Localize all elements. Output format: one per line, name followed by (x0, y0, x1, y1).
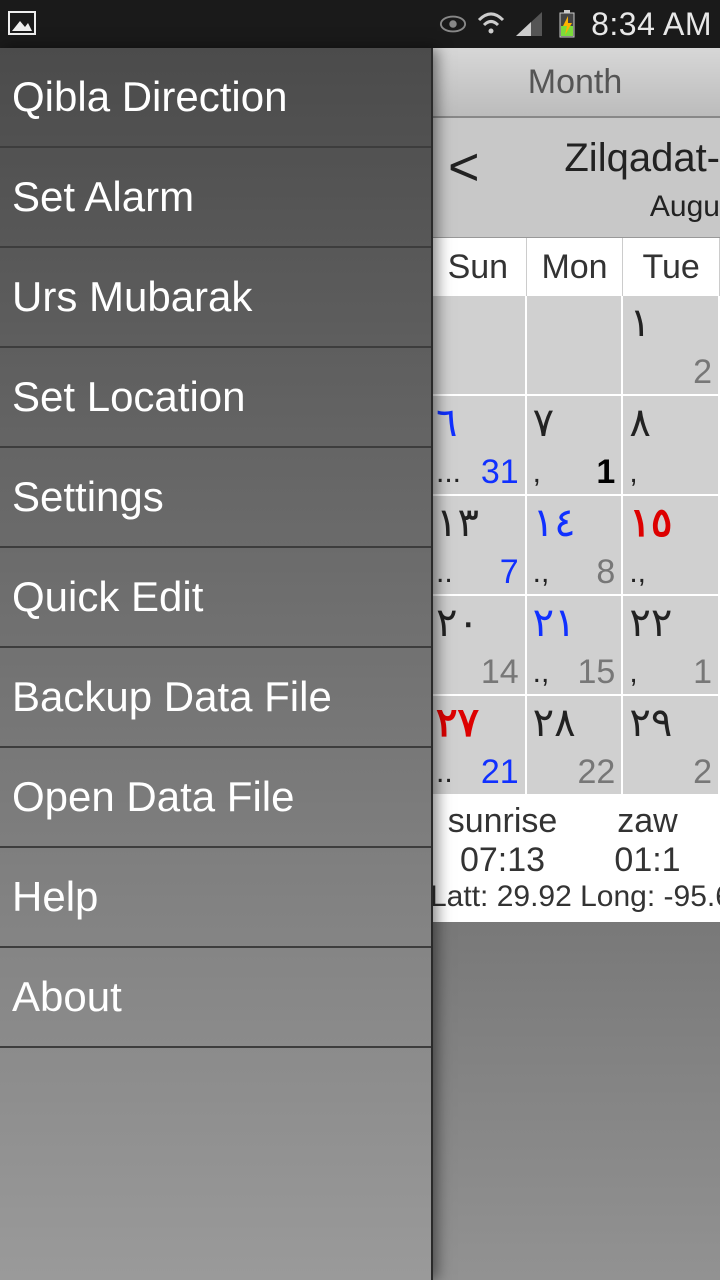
gregorian-date: 2 (693, 353, 712, 392)
hijri-date: ١٣ (436, 500, 479, 546)
drawer-item-settings[interactable]: Settings (0, 448, 431, 548)
drawer-item-help[interactable]: Help (0, 848, 431, 948)
hijri-date: ٢٧ (436, 700, 479, 746)
calendar-cell[interactable]: ١٥., (623, 496, 720, 596)
calendar-grid: ١2٦31...٧1,٨,١٣7..١٤8.,١٥.,٢٠14٢١15.,٢٢1… (430, 296, 720, 796)
calendar-panel: Month < Zilqadat- Augu Sun Mon Tue ١2٦31… (430, 48, 720, 1280)
gregorian-date: 8 (596, 553, 615, 592)
drawer-item-quick-edit[interactable]: Quick Edit (0, 548, 431, 648)
hijri-date: ١ (629, 300, 650, 346)
event-dots: ., (533, 656, 550, 690)
event-dots: , (629, 656, 637, 690)
calendar-cell[interactable] (527, 296, 624, 396)
dow-tue: Tue (623, 238, 720, 296)
calendar-subtitle: Augu (650, 190, 720, 224)
calendar-cell[interactable]: ٢٢ 1, (623, 596, 720, 696)
eye-icon (439, 10, 467, 38)
calendar-cell[interactable]: ٢١15., (527, 596, 624, 696)
dow-sun: Sun (430, 238, 527, 296)
battery-charging-icon (553, 10, 581, 38)
calendar-cell[interactable]: ٢٠14 (430, 596, 527, 696)
drawer-item-urs-mubarak[interactable]: Urs Mubarak (0, 248, 431, 348)
navigation-drawer: Qibla DirectionSet AlarmUrs MubarakSet L… (0, 48, 433, 1280)
dow-mon: Mon (527, 238, 624, 296)
status-bar: 8:34 AM (0, 0, 720, 48)
gregorian-date: 2 (693, 753, 712, 792)
hijri-date: ١٤ (533, 500, 576, 546)
hijri-date: ٦ (436, 400, 457, 446)
hijri-date: ٢٠ (436, 600, 479, 646)
hijri-date: ٢١ (533, 600, 576, 646)
wifi-icon (477, 10, 505, 38)
calendar-title: Zilqadat- (564, 136, 720, 181)
hijri-date: ٧ (533, 400, 554, 446)
event-dots: ., (533, 556, 550, 590)
tab-month[interactable]: Month (430, 48, 720, 118)
event-dots: , (629, 456, 637, 490)
tab-month-label: Month (528, 63, 623, 102)
drawer-item-about[interactable]: About (0, 948, 431, 1048)
calendar-cell[interactable]: ٢٧21.. (430, 696, 527, 796)
event-dots: .. (436, 556, 453, 590)
gregorian-date: 1 (693, 653, 712, 692)
gregorian-date: 22 (578, 753, 616, 792)
drawer-item-open-data-file[interactable]: Open Data File (0, 748, 431, 848)
calendar-cell[interactable]: ٨, (623, 396, 720, 496)
calendar-cell[interactable]: ١٤ 8., (527, 496, 624, 596)
zawal-label: zaw (575, 802, 720, 841)
sunrise-label: sunrise (430, 802, 575, 841)
event-dots: .. (436, 756, 453, 790)
sunrise-time: 07:13 (430, 841, 575, 880)
event-dots: ., (629, 556, 646, 590)
lat-long-text: Latt: 29.92 Long: -95.67 (430, 880, 720, 914)
hijri-date: ٢٨ (533, 700, 576, 746)
calendar-days-of-week: Sun Mon Tue (430, 238, 720, 296)
calendar-header: < Zilqadat- Augu (430, 118, 720, 238)
hijri-date: ٨ (629, 400, 650, 446)
drawer-item-set-alarm[interactable]: Set Alarm (0, 148, 431, 248)
gregorian-date: 14 (481, 653, 519, 692)
calendar-cell[interactable]: ٢٩ 2 (623, 696, 720, 796)
drawer-item-qibla-direction[interactable]: Qibla Direction (0, 48, 431, 148)
gregorian-date: 21 (481, 753, 519, 792)
hijri-date: ٢٩ (629, 700, 672, 746)
hijri-date: ١٥ (629, 500, 672, 546)
drawer-item-backup-data-file[interactable]: Backup Data File (0, 648, 431, 748)
drawer-item-set-location[interactable]: Set Location (0, 348, 431, 448)
gregorian-date: 15 (578, 653, 616, 692)
gregorian-date: 7 (500, 553, 519, 592)
gregorian-date: 1 (596, 453, 615, 492)
event-dots: , (533, 456, 541, 490)
cell-signal-icon (515, 10, 543, 38)
calendar-cell[interactable]: ١2 (623, 296, 720, 396)
calendar-cell[interactable]: ٦ 31... (430, 396, 527, 496)
calendar-cell[interactable]: ٧ 1, (527, 396, 624, 496)
calendar-info: sunrise 07:13 zaw 01:1 Latt: 29.92 Long:… (430, 796, 720, 922)
status-time: 8:34 AM (591, 6, 712, 43)
calendar-cell[interactable]: ٢٨22 (527, 696, 624, 796)
hijri-date: ٢٢ (629, 600, 672, 646)
zawal-time: 01:1 (575, 841, 720, 880)
calendar-cell[interactable]: ١٣ 7.. (430, 496, 527, 596)
event-dots: ... (436, 456, 461, 490)
picture-icon (8, 9, 36, 37)
gregorian-date: 31 (481, 453, 519, 492)
calendar-cell[interactable] (430, 296, 527, 396)
calendar-prev-button[interactable]: < (448, 136, 480, 198)
